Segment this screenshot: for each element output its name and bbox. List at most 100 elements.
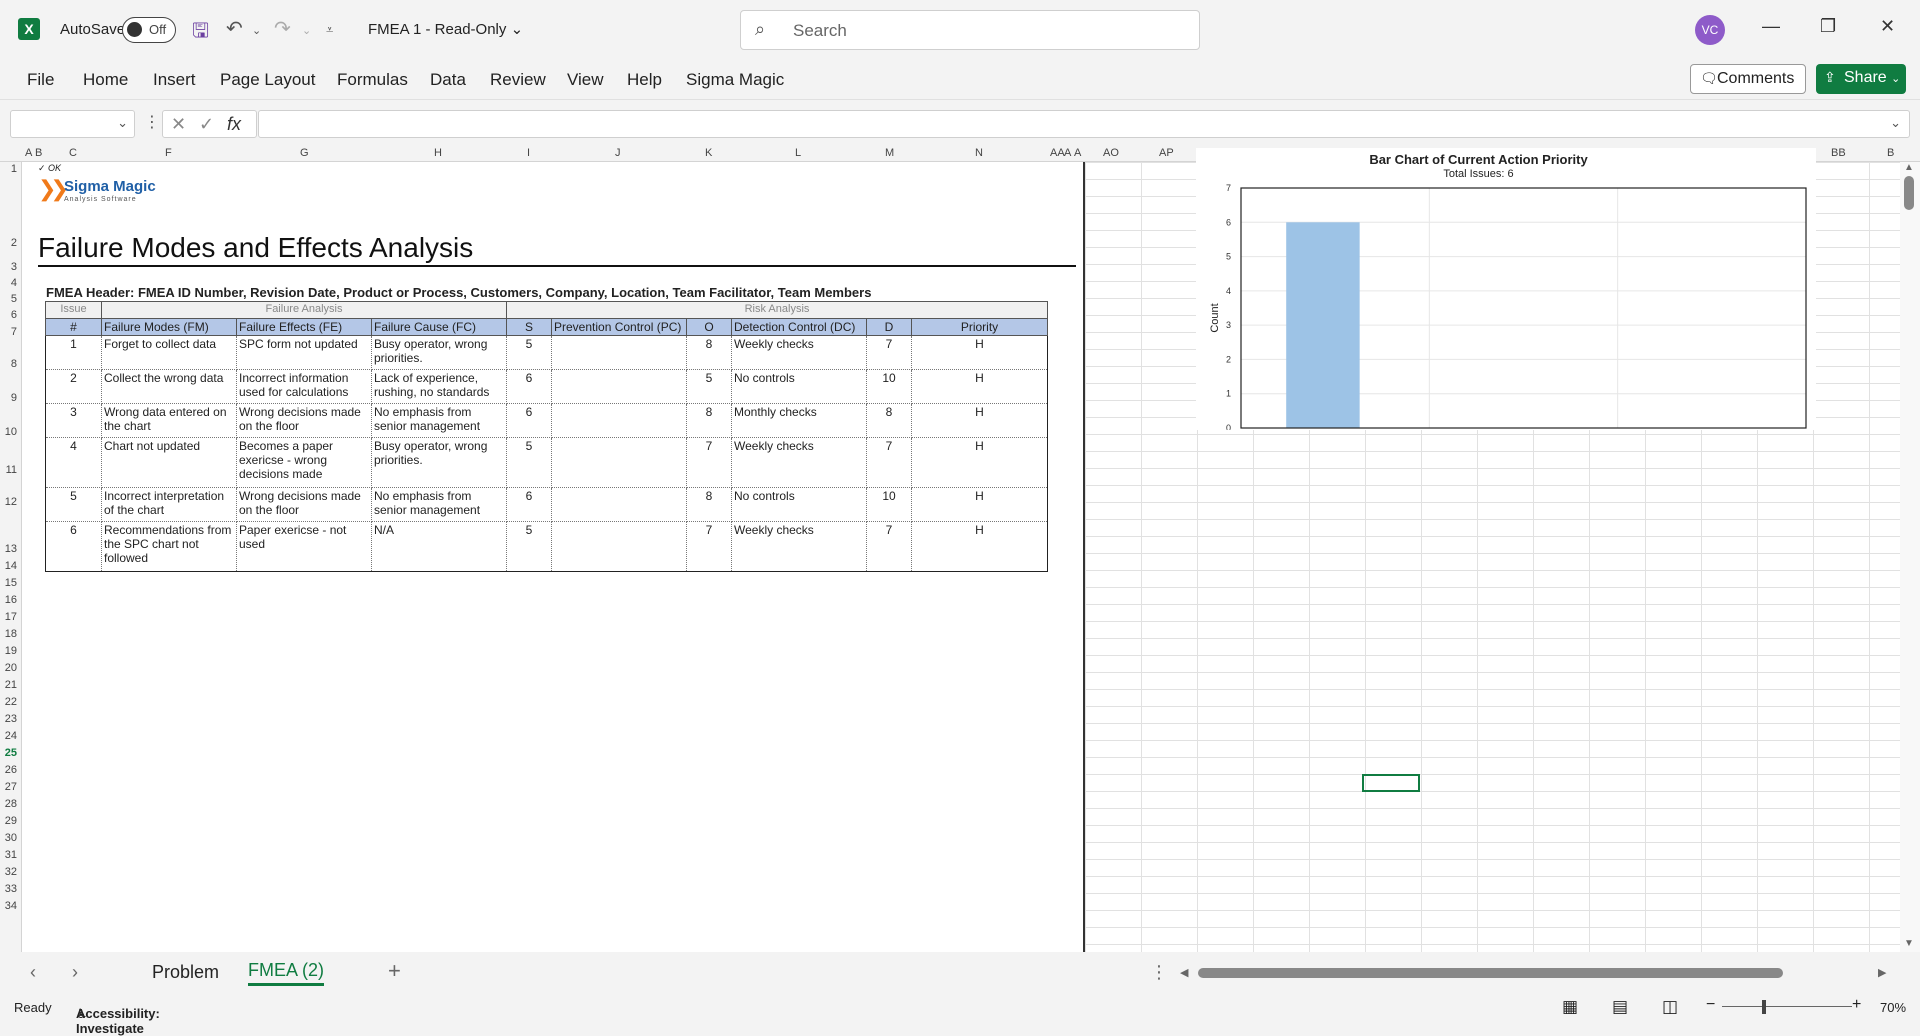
table-cell[interactable]: 5 [506,437,552,488]
table-cell[interactable]: H [911,437,1048,488]
column-header-cell[interactable]: G [300,147,309,159]
zoom-level[interactable]: 70% [1880,1000,1906,1015]
scroll-up-icon[interactable]: ▲ [1904,162,1914,173]
table-cell[interactable]: Incorrect interpretation of the chart [101,487,237,522]
row-header-cell[interactable]: 10 [5,426,17,438]
column-header-cell[interactable]: F [165,147,172,159]
tab-help[interactable]: Help [627,70,662,90]
row-header-cell[interactable]: 33 [5,883,17,895]
table-cell[interactable]: No controls [731,487,867,522]
table-cell[interactable]: 7 [686,437,732,488]
scroll-down-icon[interactable]: ▼ [1904,938,1914,949]
table-cell[interactable]: 8 [866,403,912,438]
row-header-cell[interactable]: 30 [5,832,17,844]
row-header-cell[interactable]: 1 [11,163,17,175]
row-header-cell[interactable]: 26 [5,764,17,776]
row-header-cell[interactable]: 28 [5,798,17,810]
row-header-cell[interactable]: 11 [6,464,17,476]
row-header-cell[interactable]: 12 [5,496,17,508]
row-header-cell[interactable]: 22 [5,696,17,708]
table-cell[interactable]: 10 [866,487,912,522]
table-cell[interactable]: Wrong decisions made on the floor [236,487,372,522]
row-header-cell[interactable]: 31 [5,849,17,861]
restore-icon[interactable]: ❐ [1820,16,1836,37]
selected-cell[interactable] [1362,774,1420,792]
table-cell[interactable]: Wrong data entered on the chart [101,403,237,438]
header-failure-cause[interactable]: Failure Cause (FC) [371,318,507,336]
header-detection-control[interactable]: Detection Control (DC) [731,318,867,336]
table-cell[interactable] [551,437,687,488]
scroll-left-icon[interactable]: ◀ [1180,966,1188,979]
table-cell[interactable]: 4 [45,437,102,488]
minimize-icon[interactable]: — [1762,16,1780,37]
table-cell[interactable]: Becomes a paper exericse - wrong decisio… [236,437,372,488]
tab-home[interactable]: Home [83,70,128,90]
tab-sigma-magic[interactable]: Sigma Magic [686,70,784,90]
row-header-cell[interactable]: 5 [11,293,17,305]
row-header-cell[interactable]: 19 [5,645,17,657]
vertical-scroll-thumb[interactable] [1904,176,1914,210]
search-box[interactable]: ⌕ Search [740,10,1200,50]
table-cell[interactable]: Collect the wrong data [101,369,237,404]
sheet-tab-problem[interactable]: Problem [152,962,219,983]
horizontal-scroll-thumb[interactable] [1198,968,1783,978]
table-cell[interactable]: No emphasis from senior management [371,487,507,522]
close-icon[interactable]: ✕ [1880,16,1895,37]
table-cell[interactable]: Chart not updated [101,437,237,488]
table-cell[interactable]: H [911,335,1048,370]
formula-input[interactable]: ⌄ [258,110,1910,138]
tab-view[interactable]: View [567,70,604,90]
redo-dropdown-icon[interactable]: ⌄ [302,24,311,37]
document-title[interactable]: FMEA 1 - Read-Only ⌄ [368,20,523,38]
row-header-cell[interactable]: 23 [5,713,17,725]
more-options-icon[interactable]: ⋮ [144,112,160,132]
insert-function-icon[interactable]: fx [227,114,241,135]
table-cell[interactable]: 6 [506,369,552,404]
table-cell[interactable]: Monthly checks [731,403,867,438]
table-cell[interactable]: Paper exericse - not used [236,521,372,572]
column-header-cell[interactable]: AA [1050,147,1065,159]
table-cell[interactable]: 8 [686,403,732,438]
row-header-cell[interactable]: 4 [11,277,17,289]
column-header-cell[interactable]: A [25,147,32,159]
header-detection[interactable]: D [866,318,912,336]
row-header-cell[interactable]: 29 [5,815,17,827]
table-cell[interactable]: 7 [866,335,912,370]
header-number[interactable]: # [45,318,102,336]
column-header-cell[interactable]: H [434,147,442,159]
column-header-cell[interactable]: L [795,147,801,159]
column-header-cell[interactable]: AP [1159,147,1174,159]
table-cell[interactable]: No emphasis from senior management [371,403,507,438]
row-header-cell[interactable]: 9 [11,392,17,404]
table-cell[interactable]: 10 [866,369,912,404]
table-cell[interactable]: 5 [686,369,732,404]
page-break-view-icon[interactable]: ◫ [1662,997,1678,1017]
column-header-cell[interactable]: I [527,147,530,159]
undo-dropdown-icon[interactable]: ⌄ [252,24,261,37]
row-header-cell[interactable]: 2 [11,237,17,249]
table-cell[interactable]: Busy operator, wrong priorities. [371,335,507,370]
next-sheet-icon[interactable]: › [72,962,78,983]
table-cell[interactable]: Wrong decisions made on the floor [236,403,372,438]
row-header-cell[interactable]: 27 [5,781,17,793]
horizontal-scrollbar[interactable]: ◀ ▶ [1180,966,1890,980]
table-cell[interactable]: SPC form not updated [236,335,372,370]
header-priority[interactable]: Priority [911,318,1048,336]
zoom-in-icon[interactable]: + [1852,996,1861,1014]
table-cell[interactable]: H [911,403,1048,438]
table-cell[interactable]: Weekly checks [731,521,867,572]
tab-insert[interactable]: Insert [153,70,196,90]
row-header-cell[interactable]: 34 [5,900,17,912]
row-header-cell[interactable]: 21 [5,679,17,691]
column-header-cell[interactable]: AO [1103,147,1119,159]
column-header-cell[interactable]: A [1064,147,1071,159]
table-cell[interactable] [551,487,687,522]
header-prevention-control[interactable]: Prevention Control (PC) [551,318,687,336]
row-header-cell[interactable]: 15 [5,577,17,589]
customize-toolbar-icon[interactable]: ⩡ [326,22,333,38]
header-severity[interactable]: S [506,318,552,336]
table-cell[interactable]: Weekly checks [731,335,867,370]
table-cell[interactable]: H [911,487,1048,522]
column-header-cell[interactable]: A [1074,147,1081,159]
column-header-cell[interactable]: N [975,147,983,159]
